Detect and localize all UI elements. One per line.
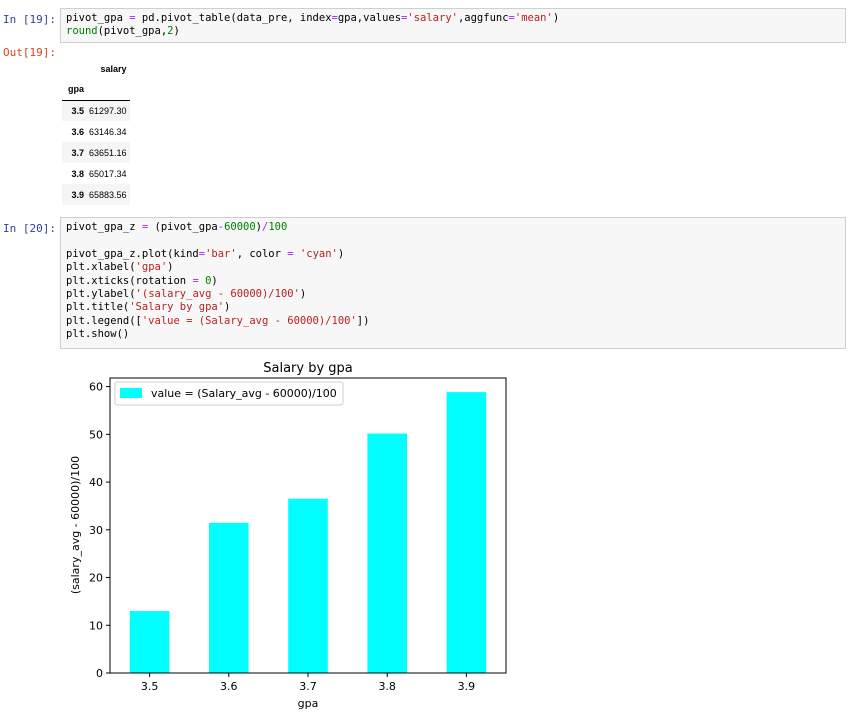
cell19-line: round(pivot_gpa,2): [66, 25, 180, 38]
y-axis-label: (salary_avg - 60000)/100: [69, 456, 82, 594]
bar-3.8: [367, 433, 407, 673]
legend-label: value = (Salary_avg - 60000)/100: [151, 387, 337, 400]
y-tick-label: 60: [89, 381, 103, 394]
cell20-line: pivot_gpa_z.plot(kind='bar', color = 'cy…: [66, 247, 345, 260]
x-tick-label: 3.8: [378, 680, 396, 693]
y-tick-label: 50: [89, 428, 103, 441]
df-index-cell: 3.5: [71, 105, 85, 116]
bar-3.7: [288, 498, 328, 673]
df-value-cell: 63146.34: [89, 126, 127, 137]
y-tick-label: 10: [89, 619, 103, 632]
y-tick-label: 40: [89, 476, 103, 489]
cell-20-code-editor[interactable]: pivot_gpa_z = (pivot_gpa-60000)/100 pivo…: [60, 217, 846, 349]
bar-3.5: [129, 611, 170, 673]
y-tick-label: 20: [89, 572, 103, 585]
df-value-cell: 65883.56: [89, 189, 127, 200]
df-value-cell: 61297.30: [89, 105, 127, 116]
df-row: 3.9 65883.56: [62, 184, 130, 205]
y-tick-label: 0: [96, 667, 103, 680]
chart-title: Salary by gpa: [263, 361, 353, 376]
cell20-line: plt.legend(['value = (Salary_avg - 60000…: [66, 314, 370, 327]
cell20-line: plt.xticks(rotation = 0): [66, 274, 218, 287]
cell20-line: plt.xlabel('gpa'): [66, 261, 174, 274]
df-value-cell: 63651.16: [89, 147, 127, 158]
df-index-cell: 3.6: [71, 126, 85, 137]
x-axis-label: gpa: [298, 697, 319, 710]
df-value-cell: 65017.34: [89, 168, 127, 179]
df-index-cell: 3.8: [71, 168, 85, 179]
cell-20-in-prompt: In [20]:: [3, 222, 56, 235]
df-row: 3.6 63146.34: [62, 121, 130, 142]
df-row: 3.8 65017.34: [62, 163, 130, 184]
cell20-line: pivot_gpa_z = (pivot_gpa-60000)/100: [66, 221, 288, 233]
cell20-line: plt.title('Salary by gpa'): [66, 301, 231, 314]
cell20-line: plt.ylabel('(salary_avg - 60000)/100'): [66, 287, 307, 300]
cell19-line: pivot_gpa = pd.pivot_table(data_pre, ind…: [66, 12, 560, 24]
df-row: 3.5 61297.30: [62, 100, 130, 121]
bar-chart: Salary by gpa 0 10 20 30 40 50 60 3.5 3.6 3.7 3.8…: [69, 361, 507, 710]
y-tick-label: 30: [89, 524, 103, 537]
bar-3.6: [209, 522, 249, 673]
x-tick-label: 3.6: [220, 680, 238, 693]
legend: value = (Salary_avg - 60000)/100: [114, 381, 344, 406]
x-tick-label: 3.7: [299, 680, 317, 693]
df-column-header: salary: [100, 63, 127, 74]
cell20-line: plt.show(): [66, 328, 130, 341]
bar-3.9: [446, 392, 487, 673]
x-tick-label: 3.9: [458, 680, 476, 693]
df-index-cell: 3.7: [71, 147, 85, 158]
cell-19-out-prompt: Out[19]:: [3, 46, 56, 59]
legend-swatch: [120, 388, 142, 398]
cell-19-in-prompt: In [19]:: [3, 13, 56, 26]
cell20-line: [66, 234, 840, 247]
df-index-name: gpa: [68, 84, 85, 95]
cell-19-code-editor[interactable]: pivot_gpa = pd.pivot_table(data_pre, ind…: [60, 8, 846, 43]
df-row: 3.7 63651.16: [62, 142, 130, 163]
x-tick-label: 3.5: [141, 680, 159, 693]
df-index-cell: 3.9: [71, 189, 85, 200]
dataframe-output: salary gpa 3.5 61297.30 3.6 63146.34 3.7 6365…: [62, 58, 130, 205]
